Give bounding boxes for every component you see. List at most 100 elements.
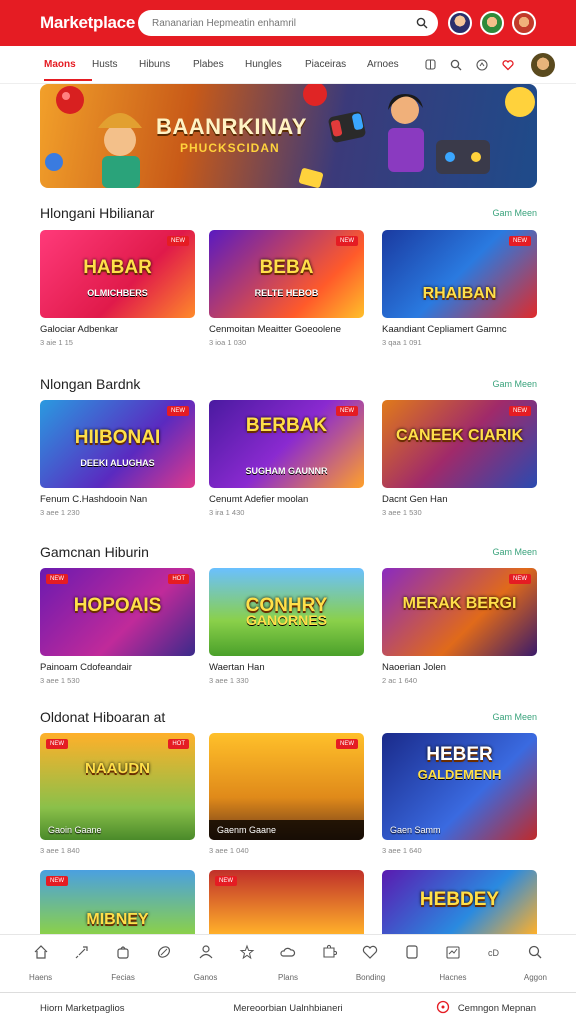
card-meta: 3 aee 1 040 bbox=[209, 846, 249, 855]
card-title[interactable]: Galociar Adbenkar bbox=[40, 324, 195, 335]
rocket-icon bbox=[73, 943, 91, 961]
card-meta: 3 ioa 1 030 bbox=[209, 338, 247, 347]
game-card[interactable]: NEW MERAK BERGI Naoerian Jolen 2 ac 1 64… bbox=[382, 568, 537, 685]
search-input[interactable] bbox=[152, 17, 414, 29]
new-badge: NEW bbox=[509, 236, 531, 246]
star-icon bbox=[238, 943, 256, 961]
thumbnail-title: HEBER bbox=[426, 744, 493, 765]
search-icon[interactable] bbox=[449, 58, 463, 72]
avatar[interactable] bbox=[448, 11, 472, 35]
new-badge: NEW bbox=[215, 876, 237, 886]
card-title[interactable]: Waertan Han bbox=[209, 662, 364, 673]
game-card[interactable]: HEBER GALDEMENH Gaen Samm 3 aee 1 640 bbox=[382, 733, 537, 855]
game-card[interactable]: NEW CANEEK CIARIK Dacnt Gen Han 3 aee 1 … bbox=[382, 400, 537, 517]
card-title[interactable]: Cenmoitan Meaitter Goeoolene bbox=[209, 324, 364, 335]
game-card[interactable]: NEW BERBAK SUGHAM GAUNNR Cenumt Adefier … bbox=[209, 400, 364, 517]
bottom-nav-item[interactable]: Fecias bbox=[102, 943, 143, 982]
banner-subtitle: PHUCKSCIDAN bbox=[180, 141, 280, 155]
category-nav: Maons Husts Hibuns Plabes Hungles Piacei… bbox=[0, 46, 576, 84]
game-card[interactable]: NEW Gaenm Gaane 3 aee 1 040 bbox=[209, 733, 364, 855]
card-title[interactable]: Dacnt Gen Han bbox=[382, 494, 537, 505]
bottom-nav-item[interactable]: Aggon bbox=[515, 943, 556, 982]
bottom-nav-item[interactable]: Haens bbox=[20, 943, 61, 982]
footer-link-home[interactable]: Hiorn Marketpaglios bbox=[40, 1003, 205, 1014]
see-all-link[interactable]: Gam Meen bbox=[492, 379, 537, 389]
avatar[interactable] bbox=[512, 11, 536, 35]
grid-icon[interactable] bbox=[423, 58, 437, 72]
thumbnail-caption: Gaen Samm bbox=[390, 825, 441, 835]
tab-maons[interactable]: Maons bbox=[44, 59, 92, 81]
game-card[interactable]: NEW HIIBONAI DEEKI ALUGHAS Fenum C.Hashd… bbox=[40, 400, 195, 517]
search-bar[interactable] bbox=[138, 10, 438, 36]
bottom-nav-item[interactable] bbox=[226, 943, 267, 982]
thumbnail-title: BEBA bbox=[259, 257, 314, 278]
header-avatars bbox=[448, 11, 536, 35]
search-icon bbox=[526, 943, 544, 961]
section-header: Nlongan Bardnk Gam Meen bbox=[40, 376, 537, 392]
help-icon bbox=[436, 1000, 450, 1017]
game-card[interactable]: NEW BEBA RELTE HEBOB Cenmoitan Meaitter … bbox=[209, 230, 364, 347]
globe-icon[interactable] bbox=[475, 58, 489, 72]
card-title[interactable]: Naoerian Jolen bbox=[382, 662, 537, 673]
bottom-nav-item[interactable] bbox=[61, 943, 102, 982]
new-badge: NEW bbox=[46, 876, 68, 886]
card-title[interactable]: Fenum C.Hashdooin Nan bbox=[40, 494, 195, 505]
tab-husts[interactable]: Husts bbox=[92, 59, 139, 70]
card-title[interactable]: Kaandiant Cepliamert Gamnc bbox=[382, 324, 537, 335]
footer-link-right[interactable]: Cemngon Mepnan bbox=[371, 1000, 536, 1017]
tab-hungles[interactable]: Hungles bbox=[245, 59, 305, 70]
thumbnail-subtitle: SUGHAM GAUNNR bbox=[245, 466, 328, 476]
game-thumbnail: HEBDEY bbox=[382, 870, 537, 934]
bottom-nav-item[interactable]: Bonding bbox=[350, 943, 391, 982]
see-all-link[interactable]: Gam Meen bbox=[492, 712, 537, 722]
profile-avatar[interactable] bbox=[531, 52, 555, 77]
footer-link-middle[interactable]: Mereoorbian Ualnhbianeri bbox=[205, 1003, 370, 1014]
avatar[interactable] bbox=[480, 11, 504, 35]
tab-arnoes[interactable]: Arnoes bbox=[367, 59, 407, 70]
bottom-nav: Haens Fecias Ganos Plans Bonding Hacnes bbox=[0, 934, 576, 992]
card-meta: 3 aee 1 840 bbox=[40, 846, 80, 855]
card-meta: 3 aee 1 530 bbox=[40, 676, 80, 685]
bottom-nav-item[interactable] bbox=[309, 943, 350, 982]
game-card[interactable]: NEW MIBNEY bbox=[40, 870, 195, 934]
new-badge: NEW bbox=[46, 739, 68, 749]
bottom-nav-label: Hacnes bbox=[439, 973, 467, 982]
game-card[interactable]: NEW HABAR OLMICHBERS Galociar Adbenkar 3… bbox=[40, 230, 195, 347]
tab-plabes[interactable]: Plabes bbox=[193, 59, 245, 70]
see-all-link[interactable]: Gam Meen bbox=[492, 547, 537, 557]
chart-icon bbox=[444, 943, 462, 961]
game-thumbnail: NEW CANEEK CIARIK bbox=[382, 400, 537, 488]
search-icon[interactable] bbox=[414, 15, 430, 31]
bottom-nav-item[interactable]: cD bbox=[474, 943, 515, 982]
tab-piaceiras[interactable]: Piaceiras bbox=[305, 59, 367, 70]
bottom-nav-item[interactable]: Ganos bbox=[185, 943, 226, 982]
game-thumbnail: NEW HOT HOPOAIS bbox=[40, 568, 195, 656]
new-badge: NEW bbox=[46, 574, 68, 584]
see-all-link[interactable]: Gam Meen bbox=[492, 208, 537, 218]
ball-icon bbox=[155, 943, 173, 961]
hero-banner[interactable]: BAANRKINAY PHUCKSCIDAN bbox=[40, 84, 537, 188]
bottom-nav-item[interactable] bbox=[144, 943, 185, 982]
bottom-nav-item[interactable]: Hacnes bbox=[432, 943, 473, 982]
game-card[interactable]: HEBDEY bbox=[382, 870, 537, 934]
thumbnail-subtitle: OLMICHBERS bbox=[87, 288, 148, 298]
bottom-nav-item[interactable] bbox=[391, 943, 432, 982]
heart-icon[interactable] bbox=[501, 58, 515, 72]
game-thumbnail: NEW HOT NAAUDN Gaoin Gaane bbox=[40, 733, 195, 840]
game-card[interactable]: CONHRY GANORNES Waertan Han 3 aee 1 330 bbox=[209, 568, 364, 685]
top-bar: Marketplace bbox=[0, 0, 576, 46]
cloud-icon bbox=[279, 943, 297, 961]
game-card[interactable]: NEW RHAIBAN Kaandiant Cepliamert Gamnc 3… bbox=[382, 230, 537, 347]
brand-logo[interactable]: Marketplace bbox=[40, 13, 138, 33]
game-card[interactable]: NEW HOT NAAUDN Gaoin Gaane 3 aee 1 840 bbox=[40, 733, 195, 855]
bottom-nav-item[interactable]: Plans bbox=[267, 943, 308, 982]
thumbnail-title: MERAK BERGI bbox=[402, 595, 517, 612]
tab-hibuns[interactable]: Hibuns bbox=[139, 59, 193, 70]
game-card[interactable]: NEW HOT HOPOAIS Painoam Cdofeandair 3 ae… bbox=[40, 568, 195, 685]
thumbnail-subtitle: GANORNES bbox=[246, 612, 327, 628]
game-card[interactable]: NEW bbox=[209, 870, 364, 934]
game-thumbnail: NEW BERBAK SUGHAM GAUNNR bbox=[209, 400, 364, 488]
card-title[interactable]: Painoam Cdofeandair bbox=[40, 662, 195, 673]
card-title[interactable]: Cenumt Adefier moolan bbox=[209, 494, 364, 505]
thumbnail-caption: Gaenm Gaane bbox=[209, 820, 364, 840]
